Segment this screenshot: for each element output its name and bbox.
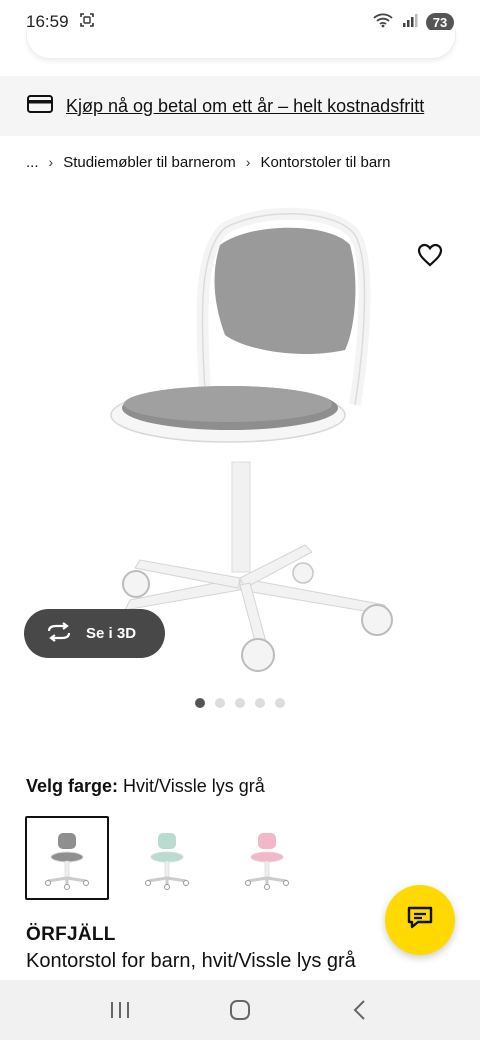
carousel-dots — [195, 698, 285, 708]
chevron-right-icon: › — [48, 154, 54, 170]
back-icon — [353, 1000, 365, 1020]
swatch-mint[interactable] — [125, 816, 209, 900]
view-in-3d-button[interactable]: Se i 3D — [24, 609, 165, 658]
recent-apps-icon — [111, 1002, 129, 1018]
carousel-dot[interactable] — [275, 698, 285, 708]
carousel-dot[interactable] — [215, 698, 225, 708]
promo-banner[interactable]: Kjøp nå og betal om ett år – helt kostna… — [0, 76, 480, 136]
chair-thumbnail — [45, 833, 89, 890]
breadcrumb: ... › Studiemøbler til barnerom › Kontor… — [26, 150, 391, 174]
chat-icon — [406, 905, 434, 936]
swatch-pink[interactable] — [225, 816, 309, 900]
color-selected-value: Hvit/Vissle lys grå — [123, 776, 265, 796]
search-strip — [0, 30, 480, 76]
chair-thumbnail — [145, 833, 189, 890]
breadcrumb-ellipsis[interactable]: ... — [26, 154, 39, 171]
heart-outline-icon[interactable] — [416, 241, 444, 269]
promo-link[interactable]: Kjøp nå og betal om ett år – helt kostna… — [66, 96, 424, 117]
back-button[interactable] — [340, 990, 380, 1030]
color-swatches — [25, 816, 309, 900]
product-description: Kontorstol for barn, hvit/Vissle lys grå — [26, 950, 356, 972]
product-name: ÖRFJÄLL — [26, 924, 116, 945]
color-label: Velg farge: Hvit/Vissle lys grå — [26, 776, 265, 797]
chevron-right-icon: › — [245, 154, 251, 170]
carousel-dot[interactable] — [235, 698, 245, 708]
breadcrumb-item-studiemobler[interactable]: Studiemøbler til barnerom — [63, 154, 236, 171]
credit-card-icon — [26, 93, 54, 120]
home-button[interactable] — [220, 990, 260, 1030]
view-in-3d-label: Se i 3D — [86, 625, 137, 642]
swatch-grey[interactable] — [25, 816, 109, 900]
color-label-title: Velg farge: — [26, 776, 119, 796]
rotate-3d-icon — [46, 621, 72, 646]
breadcrumb-item-kontorstoler[interactable]: Kontorstoler til barn — [260, 154, 390, 171]
status-time: 16:59 — [26, 12, 69, 31]
battery-badge: 73 — [426, 12, 454, 32]
product-image-gallery[interactable]: Se i 3D — [0, 190, 480, 690]
carousel-dot[interactable] — [195, 698, 205, 708]
system-nav-bar — [0, 980, 480, 1040]
carousel-dot[interactable] — [255, 698, 265, 708]
recent-apps-button[interactable] — [100, 990, 140, 1030]
home-icon — [230, 1000, 250, 1020]
signal-icon — [402, 12, 418, 32]
chair-thumbnail — [245, 833, 289, 890]
search-bar[interactable] — [26, 30, 456, 59]
chat-button[interactable] — [385, 885, 455, 955]
